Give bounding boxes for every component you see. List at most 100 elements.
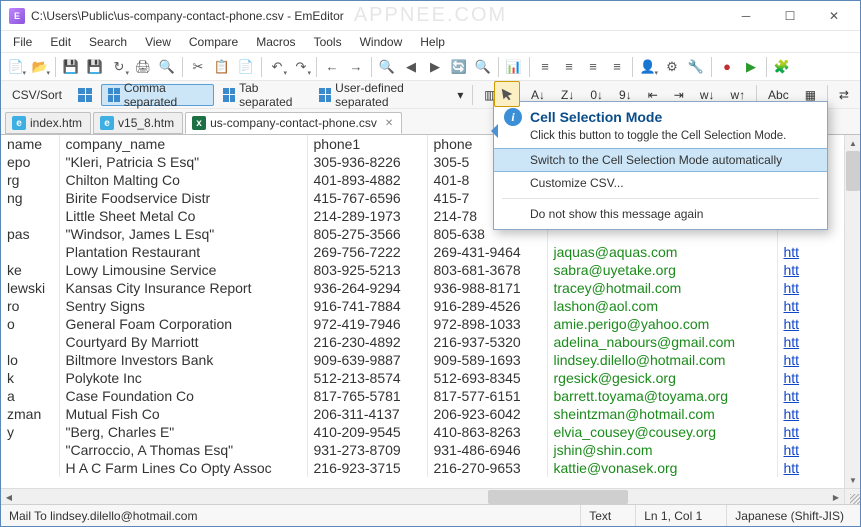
paste-button[interactable]: 📄 [235,56,257,78]
cell[interactable]: elvia_cousey@cousey.org [547,423,777,441]
cell[interactable]: epo [1,153,59,171]
table-row[interactable]: oGeneral Foam Corporation972-419-7946972… [1,315,815,333]
cell[interactable]: Mutual Fish Co [59,405,307,423]
menu-view[interactable]: View [137,33,179,51]
cell[interactable]: htt [777,351,815,369]
scroll-thumb[interactable] [488,490,628,504]
horizontal-scrollbar[interactable]: ◀ ▶ [1,488,844,504]
cell[interactable]: 401-893-4882 [307,171,427,189]
table-row[interactable]: Plantation Restaurant269-756-7222269-431… [1,243,815,261]
cell[interactable]: H A C Farm Lines Co Opty Assoc [59,459,307,477]
cell[interactable]: y [1,423,59,441]
column-header[interactable]: phone1 [307,135,427,153]
table-row[interactable]: lewskiKansas City Insurance Report936-26… [1,279,815,297]
cell[interactable]: 805-275-3566 [307,225,427,243]
find-next-button[interactable]: ▶ [424,56,446,78]
cell[interactable]: 909-639-9887 [307,351,427,369]
cell[interactable]: k [1,369,59,387]
column-header[interactable]: company_name [59,135,307,153]
cell[interactable]: 931-486-6946 [427,441,547,459]
cell[interactable]: 972-419-7946 [307,315,427,333]
cell[interactable]: adelina_nabours@gmail.com [547,333,777,351]
cell[interactable]: 931-273-8709 [307,441,427,459]
find-prev-button[interactable]: ◀ [400,56,422,78]
cell[interactable]: 410-863-8263 [427,423,547,441]
cell[interactable]: lo [1,351,59,369]
cell[interactable]: "Carroccio, A Thomas Esq" [59,441,307,459]
menu-macros[interactable]: Macros [248,33,303,51]
convert-button[interactable]: ⇄ [832,84,856,106]
cell[interactable]: 803-925-5213 [307,261,427,279]
cell[interactable]: rgesick@gesick.org [547,369,777,387]
minimize-button[interactable]: ─ [724,2,768,30]
save-all-button[interactable]: 💾 [84,56,106,78]
config-button[interactable]: 👤 [637,56,659,78]
table-row[interactable]: H A C Farm Lines Co Opty Assoc216-923-37… [1,459,815,477]
menu-edit[interactable]: Edit [42,33,79,51]
new-button[interactable]: 📄 [5,56,27,78]
tab-index-htm[interactable]: e index.htm [5,112,91,134]
table-row[interactable]: zmanMutual Fish Co206-311-4137206-923-60… [1,405,815,423]
csv-normal-button[interactable] [71,84,99,106]
status-mode[interactable]: Text [580,505,619,526]
cell[interactable]: htt [777,441,815,459]
cell[interactable]: 909-589-1693 [427,351,547,369]
status-encoding[interactable]: Japanese (Shift-JIS) [726,505,852,526]
cell[interactable]: Case Foundation Co [59,387,307,405]
copy-button[interactable]: 📋 [211,56,233,78]
cell[interactable] [1,243,59,261]
find-in-files-button[interactable]: 🔍 [472,56,494,78]
large-file-button[interactable]: 📊 [503,56,525,78]
cell[interactable]: Kansas City Insurance Report [59,279,307,297]
cell[interactable]: barrett.toyama@toyama.org [547,387,777,405]
print-button[interactable]: 🖨 [132,56,154,78]
popup-item-dont-show[interactable]: Do not show this message again [494,203,827,225]
table-row[interactable]: roSentry Signs916-741-7884916-289-4526la… [1,297,815,315]
cell[interactable] [1,441,59,459]
table-row[interactable]: y"Berg, Charles E"410-209-9545410-863-82… [1,423,815,441]
popup-item-customize[interactable]: Customize CSV... [494,172,827,194]
cell[interactable]: ro [1,297,59,315]
wrap-char-button[interactable]: ≡ [606,56,628,78]
cell[interactable]: 972-898-1033 [427,315,547,333]
table-row[interactable]: "Carroccio, A Thomas Esq"931-273-8709931… [1,441,815,459]
cell[interactable]: "Kleri, Patricia S Esq" [59,153,307,171]
cell[interactable] [1,459,59,477]
cell[interactable]: 936-264-9294 [307,279,427,297]
cell[interactable]: 916-289-4526 [427,297,547,315]
column-header[interactable]: name [1,135,59,153]
cell[interactable]: Sentry Signs [59,297,307,315]
cell[interactable]: lindsey.dilello@hotmail.com [547,351,777,369]
menu-window[interactable]: Window [352,33,411,51]
resize-grip[interactable] [844,488,860,504]
cell[interactable]: 216-937-5320 [427,333,547,351]
scroll-up-icon[interactable]: ▲ [845,135,860,151]
popup-item-auto-switch[interactable]: Switch to the Cell Selection Mode automa… [494,148,827,172]
cell[interactable]: jaquas@aquas.com [547,243,777,261]
cell[interactable]: lashon@aol.com [547,297,777,315]
csv-tab-button[interactable]: Tab separated [216,84,310,106]
tab-csv[interactable]: x us-company-contact-phone.csv ✕ [185,112,402,134]
open-button[interactable]: 📂 [29,56,51,78]
cell[interactable]: 512-213-8574 [307,369,427,387]
preview-button[interactable]: 🔍 [156,56,178,78]
cell[interactable]: htt [777,423,815,441]
cut-button[interactable]: ✂ [187,56,209,78]
scroll-right-icon[interactable]: ▶ [828,489,844,504]
back-button[interactable]: ← [321,56,343,78]
cell[interactable]: htt [777,261,815,279]
cell[interactable]: sheintzman@hotmail.com [547,405,777,423]
cell[interactable]: htt [777,405,815,423]
table-row[interactable]: keLowy Limousine Service803-925-5213803-… [1,261,815,279]
scroll-left-icon[interactable]: ◀ [1,489,17,504]
cell[interactable]: htt [777,297,815,315]
cell[interactable]: Lowy Limousine Service [59,261,307,279]
table-row[interactable]: loBiltmore Investors Bank909-639-9887909… [1,351,815,369]
wrap-page-button[interactable]: ≡ [582,56,604,78]
csv-comma-button[interactable]: Comma separated [101,84,214,106]
cell[interactable]: htt [777,333,815,351]
cell[interactable]: Polykote Inc [59,369,307,387]
cell[interactable]: 216-923-3715 [307,459,427,477]
cell[interactable]: Birite Foodservice Distr [59,189,307,207]
cell[interactable]: 206-923-6042 [427,405,547,423]
